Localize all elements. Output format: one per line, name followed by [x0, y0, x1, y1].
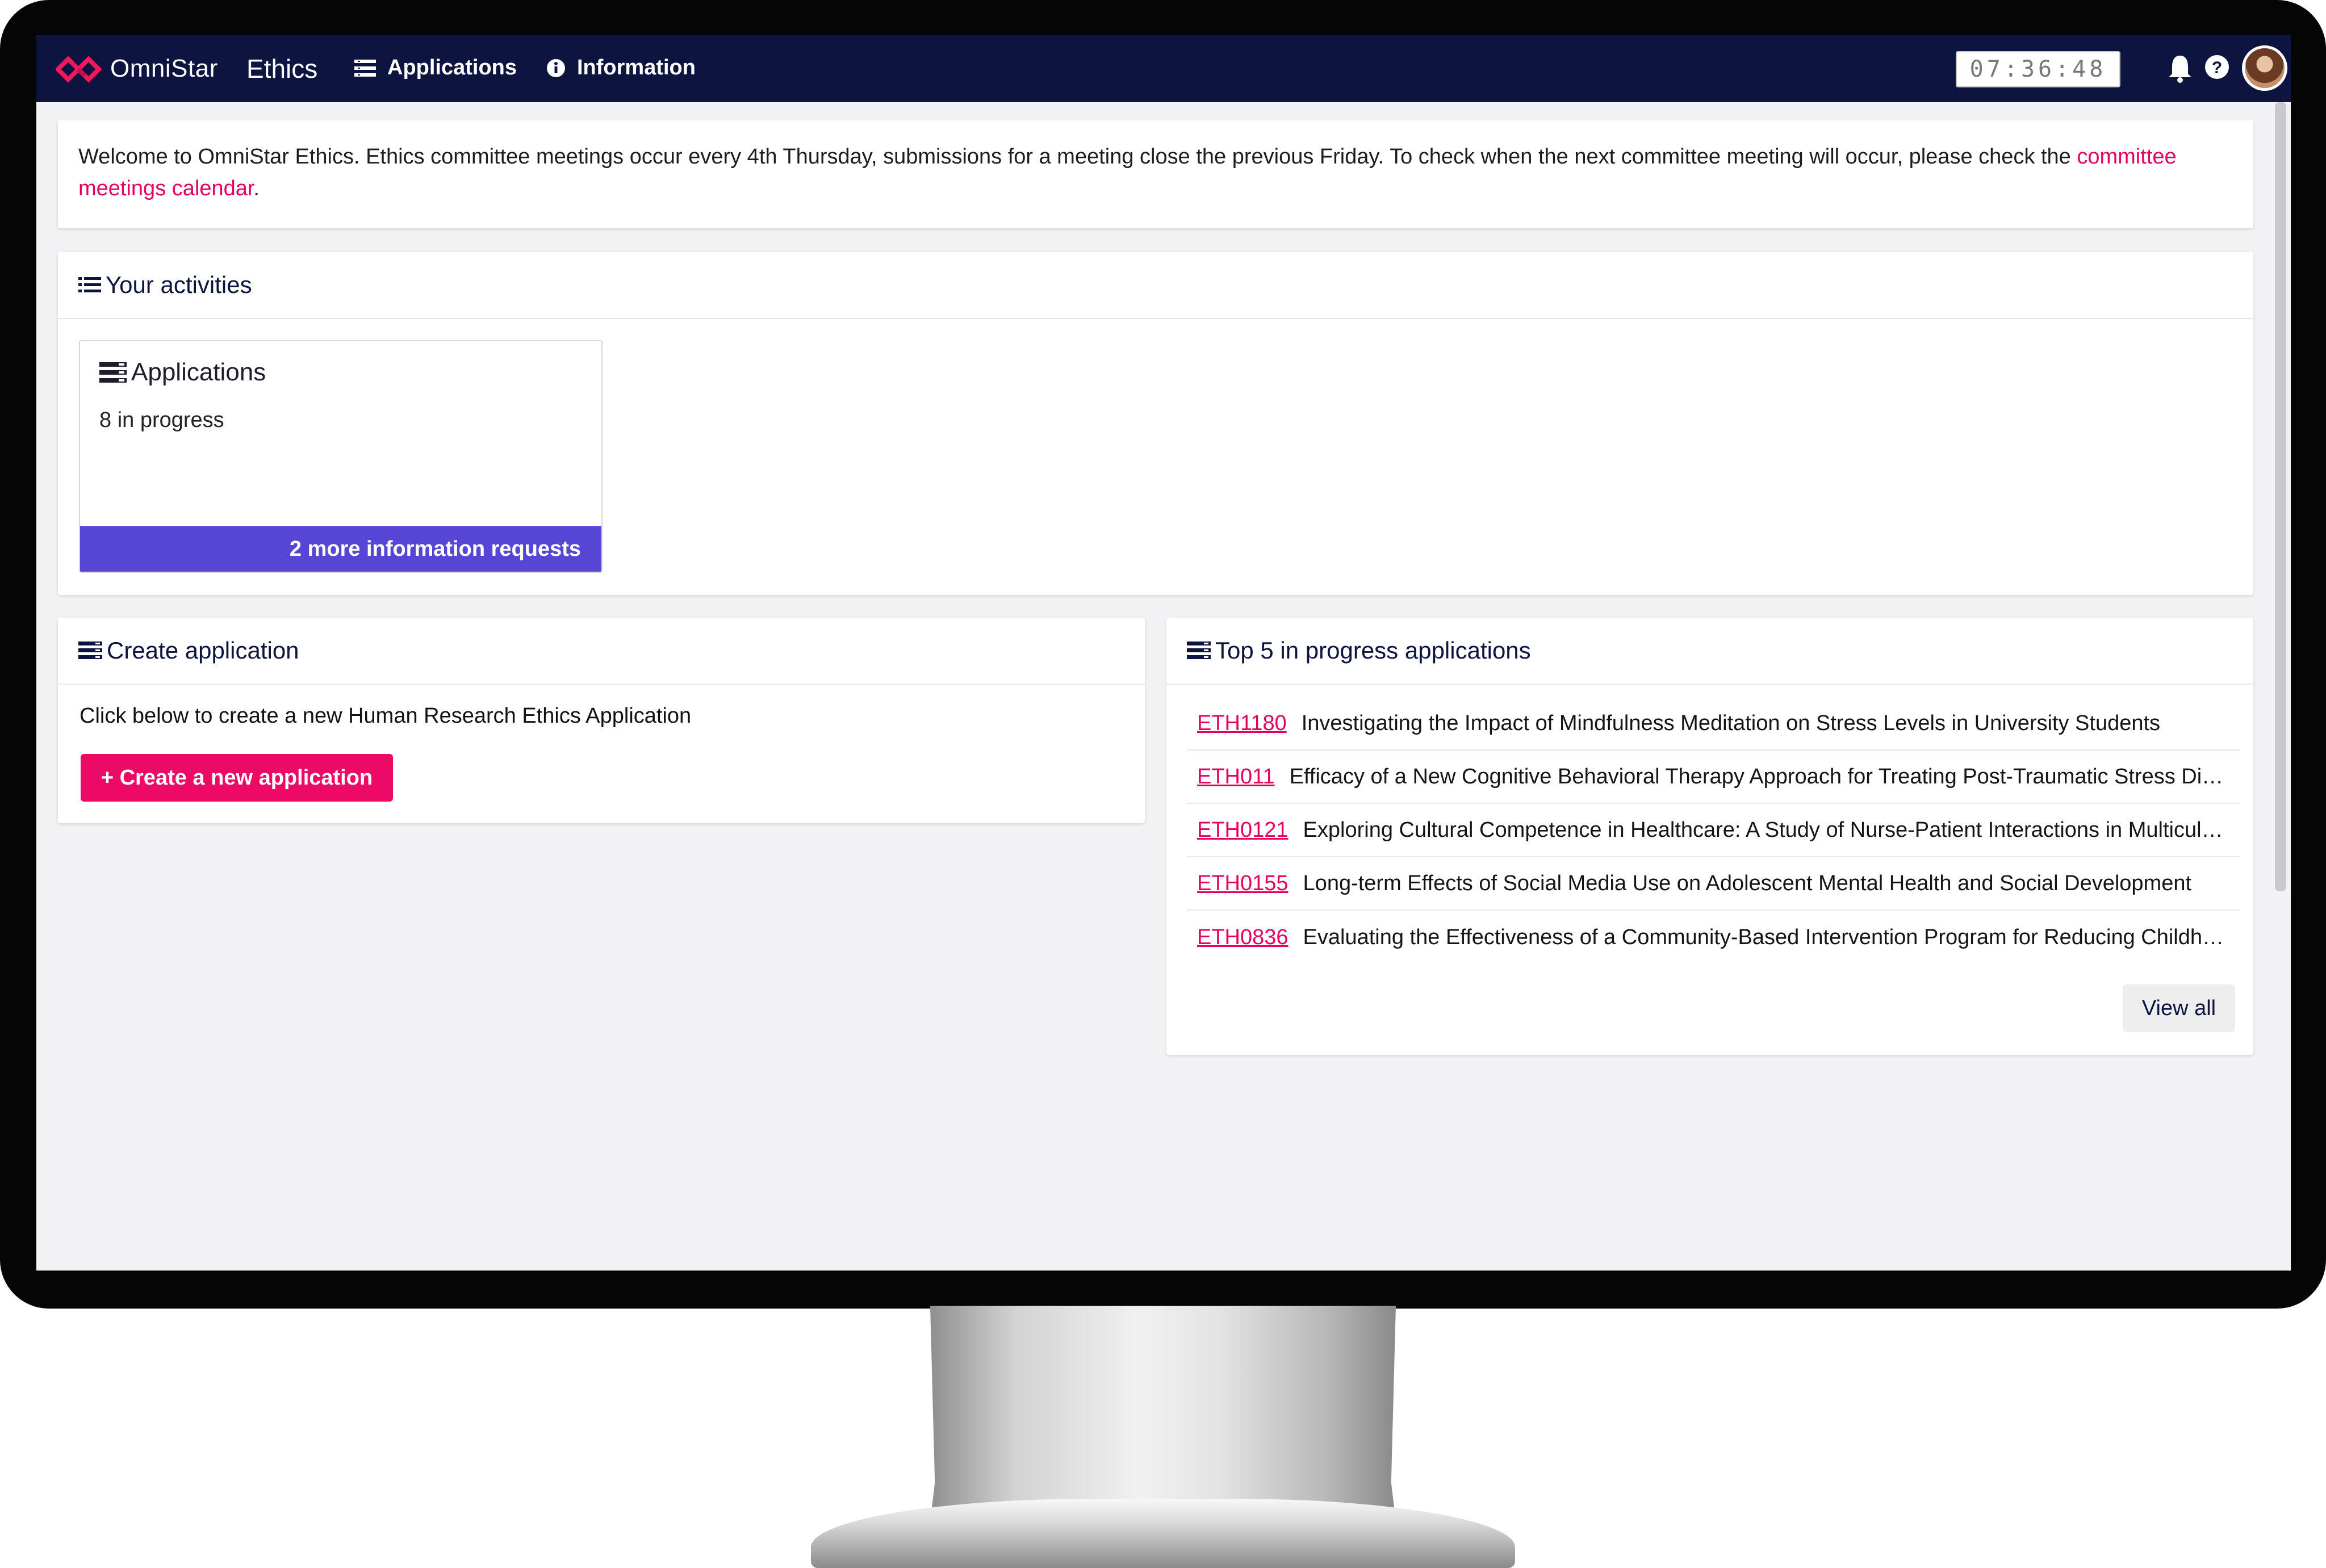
list-alt-icon	[354, 59, 376, 77]
application-row: ETH1180 Investigating the Impact of Mind…	[1187, 697, 2240, 751]
create-application-header: Create application	[58, 618, 1145, 685]
top5-applications-panel: Top 5 in progress applications ETH1180 I…	[1166, 618, 2253, 1055]
monitor-stand-base	[811, 1499, 1515, 1568]
create-application-title: Create application	[107, 637, 299, 664]
application-row: ETH011 Efficacy of a New Cognitive Behav…	[1187, 751, 2240, 804]
application-row: ETH0836 Evaluating the Effectiveness of …	[1187, 911, 2240, 964]
brand-name: OmniStar	[110, 54, 218, 82]
nav-information-label: Information	[577, 56, 696, 79]
monitor-stand-neck	[930, 1306, 1396, 1521]
application-title: Exploring Cultural Competence in Healthc…	[1303, 817, 2240, 842]
svg-text:?: ?	[2212, 58, 2222, 77]
avatar[interactable]	[2242, 45, 2287, 91]
brand-product: Ethics	[246, 54, 318, 83]
applications-card[interactable]: Applications 8 in progress 2 more inform…	[79, 340, 603, 573]
create-application-panel: Create application Click below to create…	[58, 618, 1145, 823]
nav-information[interactable]: Information	[546, 56, 696, 80]
application-title: Efficacy of a New Cognitive Behavioral T…	[1289, 764, 2240, 789]
omnistar-logo-icon	[56, 56, 102, 83]
bell-icon[interactable]	[2167, 54, 2193, 83]
application-title: Long-term Effects of Social Media Use on…	[1303, 871, 2192, 895]
application-code-link[interactable]: ETH0836	[1197, 925, 1288, 950]
list-alt-icon	[99, 362, 127, 383]
applications-card-title: Applications	[99, 358, 266, 387]
info-circle-icon	[546, 58, 566, 78]
create-application-description: Click below to create a new Human Resear…	[80, 704, 692, 728]
list-icon	[78, 276, 101, 294]
applications-card-label: Applications	[131, 358, 266, 386]
application-code-link[interactable]: ETH1180	[1197, 711, 1287, 736]
nav-applications-label: Applications	[387, 56, 517, 79]
list-alt-icon	[78, 642, 102, 660]
application-row: ETH0121 Exploring Cultural Competence in…	[1187, 804, 2240, 857]
activities-title: Your activities	[106, 271, 252, 298]
nav-applications[interactable]: Applications	[354, 56, 517, 80]
question-circle-icon[interactable]: ?	[2204, 54, 2229, 79]
application-title: Evaluating the Effectiveness of a Commun…	[1303, 925, 2240, 949]
welcome-banner: Welcome to OmniStar Ethics. Ethics commi…	[58, 120, 2253, 228]
application-code-link[interactable]: ETH011	[1197, 765, 1275, 789]
list-alt-icon	[1187, 642, 1211, 660]
top5-title: Top 5 in progress applications	[1215, 637, 1531, 664]
create-new-application-button[interactable]: + Create a new application	[81, 754, 393, 802]
welcome-suffix: .	[253, 177, 260, 200]
applications-in-progress-count: 8 in progress	[99, 408, 224, 432]
welcome-text: Welcome to OmniStar Ethics. Ethics commi…	[78, 145, 2077, 169]
top5-header: Top 5 in progress applications	[1166, 618, 2253, 685]
activities-header: Your activities	[58, 252, 2253, 319]
application-code-link[interactable]: ETH0155	[1197, 871, 1288, 896]
application-code-link[interactable]: ETH0121	[1197, 818, 1288, 842]
screen: OmniStar Ethics Applications Information…	[36, 35, 2291, 1271]
session-clock: 07:36:48	[1956, 51, 2120, 87]
view-all-button[interactable]: View all	[2123, 984, 2235, 1032]
application-row: ETH0155 Long-term Effects of Social Medi…	[1187, 857, 2240, 911]
application-title: Investigating the Impact of Mindfulness …	[1301, 711, 2161, 735]
information-requests-link[interactable]: 2 more information requests	[80, 526, 601, 572]
activities-panel: Your activities Applications 8 in progre…	[58, 252, 2253, 595]
page-scrollbar[interactable]	[2275, 102, 2286, 891]
top-navbar: OmniStar Ethics Applications Information…	[36, 35, 2291, 102]
